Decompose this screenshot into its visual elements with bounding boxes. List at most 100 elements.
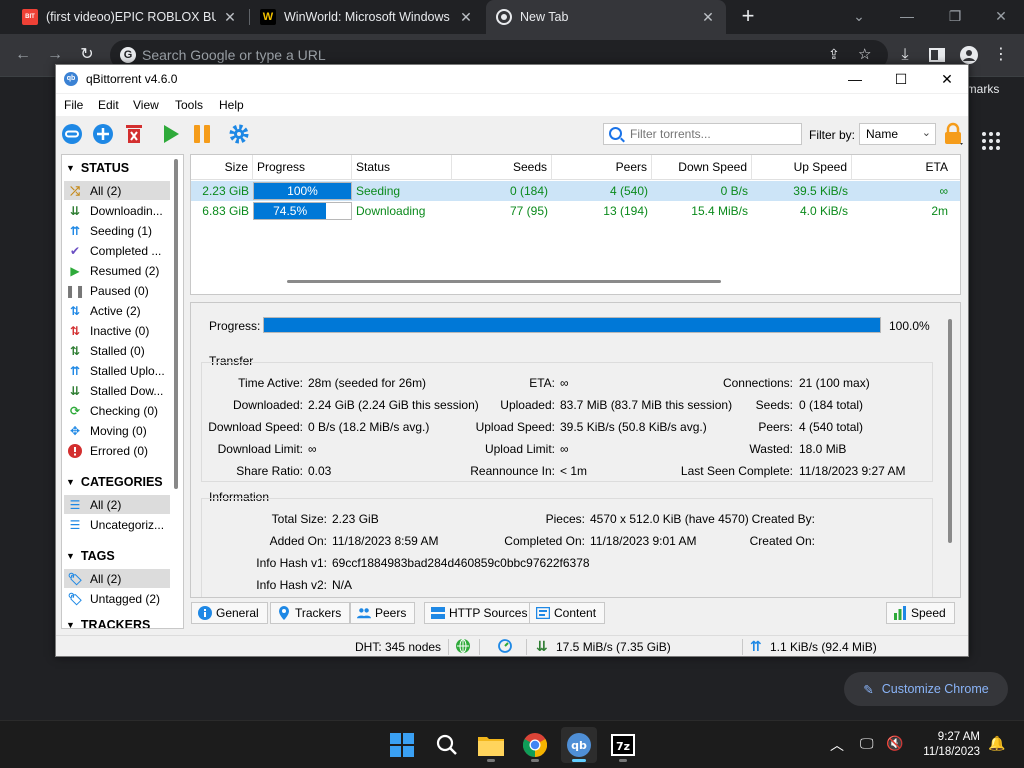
column-size[interactable]: Size bbox=[191, 155, 253, 180]
menu-file[interactable]: File bbox=[64, 98, 83, 112]
chrome-tab-newtab[interactable]: New Tab ✕ bbox=[486, 0, 726, 34]
tab-peers[interactable]: Peers bbox=[350, 602, 416, 624]
7zip-icon[interactable]: 7z bbox=[605, 727, 641, 763]
column-progress[interactable]: Progress bbox=[253, 155, 352, 180]
column-peers[interactable]: Peers bbox=[552, 155, 652, 180]
sidebar-item-downloading[interactable]: ⇊ Downloadin... bbox=[64, 201, 170, 220]
tab-http-sources[interactable]: HTTP Sources bbox=[424, 602, 537, 624]
restore-icon[interactable]: ❐ bbox=[931, 0, 979, 34]
tags-header[interactable]: ▼ TAGS bbox=[66, 549, 115, 563]
details-scrollbar[interactable] bbox=[948, 319, 952, 543]
minimize-icon[interactable]: — bbox=[883, 0, 931, 34]
star-icon[interactable]: ☆ bbox=[858, 45, 871, 63]
qbittorrent-window: qb qBittorrent v4.6.0 — ☐ ✕ File Edit Vi… bbox=[55, 64, 969, 657]
pause-icon[interactable] bbox=[191, 123, 213, 145]
global-upload-speed: 1.1 KiB/s (92.4 MiB) bbox=[770, 640, 877, 654]
speed-limit-icon[interactable] bbox=[498, 639, 512, 656]
close-icon[interactable]: ✕ bbox=[458, 9, 474, 26]
add-link-icon[interactable] bbox=[61, 123, 83, 145]
chrome-tab-winworld[interactable]: W WinWorld: Microsoft Windows 1. ✕ bbox=[250, 0, 484, 34]
svg-text:7z: 7z bbox=[616, 740, 630, 753]
horizontal-scrollbar[interactable] bbox=[287, 280, 721, 283]
new-tab-icon[interactable]: + bbox=[736, 4, 760, 30]
chevron-down-icon[interactable]: ⌄ bbox=[835, 0, 883, 34]
maximize-icon[interactable]: ☐ bbox=[878, 65, 924, 93]
table-row[interactable]: 6.83 GiB 74.5% Downloading 77 (95) 13 (1… bbox=[191, 201, 960, 221]
trackers-header[interactable]: ▼ TRACKERS bbox=[66, 618, 150, 628]
reannounce-label: Reannounce In: bbox=[470, 464, 555, 478]
column-status[interactable]: Status bbox=[352, 155, 452, 180]
add-torrent-icon[interactable] bbox=[92, 123, 114, 145]
time-active-label: Time Active: bbox=[238, 376, 303, 390]
apps-grid-icon[interactable] bbox=[982, 132, 1000, 150]
close-icon[interactable]: ✕ bbox=[222, 9, 238, 26]
sidebar-item-resumed[interactable]: ▶ Resumed (2) bbox=[64, 261, 170, 280]
status-header[interactable]: ▼ STATUS bbox=[66, 161, 129, 175]
filter-torrents-input[interactable] bbox=[630, 126, 798, 142]
sidebar-item-checking[interactable]: ⟳ Checking (0) bbox=[64, 401, 170, 420]
column-up-speed[interactable]: Up Speed bbox=[752, 155, 852, 180]
cell-peers: 13 (194) bbox=[603, 204, 648, 218]
table-row[interactable]: 2.23 GiB 100% Seeding 0 (184) 4 (540) 0 … bbox=[191, 181, 960, 201]
notification-bell-icon[interactable]: 🔔 bbox=[988, 735, 1005, 752]
close-window-icon[interactable]: ✕ bbox=[924, 65, 968, 93]
network-icon[interactable]: 🖵 bbox=[860, 735, 874, 752]
speed-chart-icon bbox=[893, 606, 907, 620]
sidebar-item-tag-all[interactable]: 🏷 All (2) bbox=[64, 569, 170, 588]
filter-torrents-field[interactable] bbox=[603, 123, 802, 145]
search-icon bbox=[609, 127, 622, 140]
taskbar-clock[interactable]: 9:27 AM 11/18/2023 bbox=[906, 730, 980, 760]
search-icon[interactable] bbox=[429, 727, 465, 763]
start-windows-icon[interactable] bbox=[384, 727, 420, 763]
chevron-down-icon: ⌄ bbox=[921, 127, 931, 139]
menu-edit[interactable]: Edit bbox=[98, 98, 119, 112]
sidebar-item-paused[interactable]: ❚❚ Paused (0) bbox=[64, 281, 170, 300]
sidebar-item-moving[interactable]: ✥ Moving (0) bbox=[64, 421, 170, 440]
sidebar-item-category-all[interactable]: ☰ All (2) bbox=[64, 495, 170, 514]
share-icon[interactable]: ⇪ bbox=[828, 46, 840, 63]
tab-speed[interactable]: Speed bbox=[886, 602, 955, 624]
menu-kebab-icon[interactable]: ⋮ bbox=[988, 42, 1014, 68]
chrome-tab-roblox[interactable]: BIT (first videoo)EPIC ROBLOX BUILD ✕ bbox=[12, 0, 248, 34]
close-icon[interactable]: ✕ bbox=[700, 9, 716, 26]
sidebar-item-active[interactable]: ⇅ Active (2) bbox=[64, 301, 170, 320]
customize-chrome-button[interactable]: ✎ Customize Chrome bbox=[844, 672, 1008, 706]
tab-general[interactable]: General bbox=[191, 602, 268, 624]
menu-view[interactable]: View bbox=[133, 98, 159, 112]
column-down-speed[interactable]: Down Speed bbox=[652, 155, 752, 180]
sidebar-item-stalled-downloading[interactable]: ⇊ Stalled Dow... bbox=[64, 381, 170, 400]
tab-content[interactable]: Content bbox=[529, 602, 606, 624]
info-hash-v1-value: 69ccf1884983bad284d460859c0bbc97622f6378 bbox=[332, 556, 590, 570]
sidebar-item-stalled-uploading[interactable]: ⇈ Stalled Uplo... bbox=[64, 361, 170, 380]
sidebar-item-stalled[interactable]: ⇅ Stalled (0) bbox=[64, 341, 170, 360]
sidebar-item-uncategorized[interactable]: ☰ Uncategoriz... bbox=[64, 515, 170, 534]
menu-tools[interactable]: Tools bbox=[175, 98, 203, 112]
resume-icon[interactable] bbox=[160, 123, 182, 145]
chrome-icon[interactable] bbox=[517, 727, 553, 763]
volume-muted-icon[interactable]: 🔇 bbox=[886, 735, 903, 752]
column-eta[interactable]: ETA bbox=[852, 155, 952, 180]
categories-header[interactable]: ▼ CATEGORIES bbox=[66, 475, 163, 489]
close-window-icon[interactable]: ✕ bbox=[977, 0, 1024, 34]
connection-status-icon[interactable] bbox=[456, 639, 470, 656]
back-icon[interactable]: ← bbox=[10, 42, 36, 68]
delete-icon[interactable] bbox=[123, 123, 145, 145]
file-explorer-icon[interactable] bbox=[473, 727, 509, 763]
sidebar-item-untagged[interactable]: 🏷 Untagged (2) bbox=[64, 589, 170, 608]
chevron-up-icon[interactable]: ︿ bbox=[830, 735, 844, 755]
minimize-icon[interactable]: — bbox=[832, 65, 878, 93]
last-seen-label: Last Seen Complete: bbox=[680, 464, 793, 478]
gear-icon[interactable] bbox=[228, 123, 250, 145]
sidebar-item-completed[interactable]: ✔ Completed ... bbox=[64, 241, 170, 260]
tab-trackers[interactable]: Trackers bbox=[270, 602, 351, 624]
filter-by-select[interactable]: Name ⌄ bbox=[859, 123, 936, 145]
sidebar-item-seeding[interactable]: ⇈ Seeding (1) bbox=[64, 221, 170, 240]
column-seeds[interactable]: Seeds bbox=[452, 155, 552, 180]
sidebar-item-errored[interactable]: Errored (0) bbox=[64, 441, 170, 460]
qbittorrent-taskbar-icon[interactable]: qb bbox=[561, 727, 597, 763]
lock-icon[interactable] bbox=[942, 122, 964, 146]
sidebar-item-all[interactable]: ⤮ All (2) bbox=[64, 181, 170, 200]
sidebar-item-inactive[interactable]: ⇅ Inactive (0) bbox=[64, 321, 170, 340]
sidebar-scrollbar[interactable] bbox=[174, 159, 180, 599]
menu-help[interactable]: Help bbox=[219, 98, 244, 112]
